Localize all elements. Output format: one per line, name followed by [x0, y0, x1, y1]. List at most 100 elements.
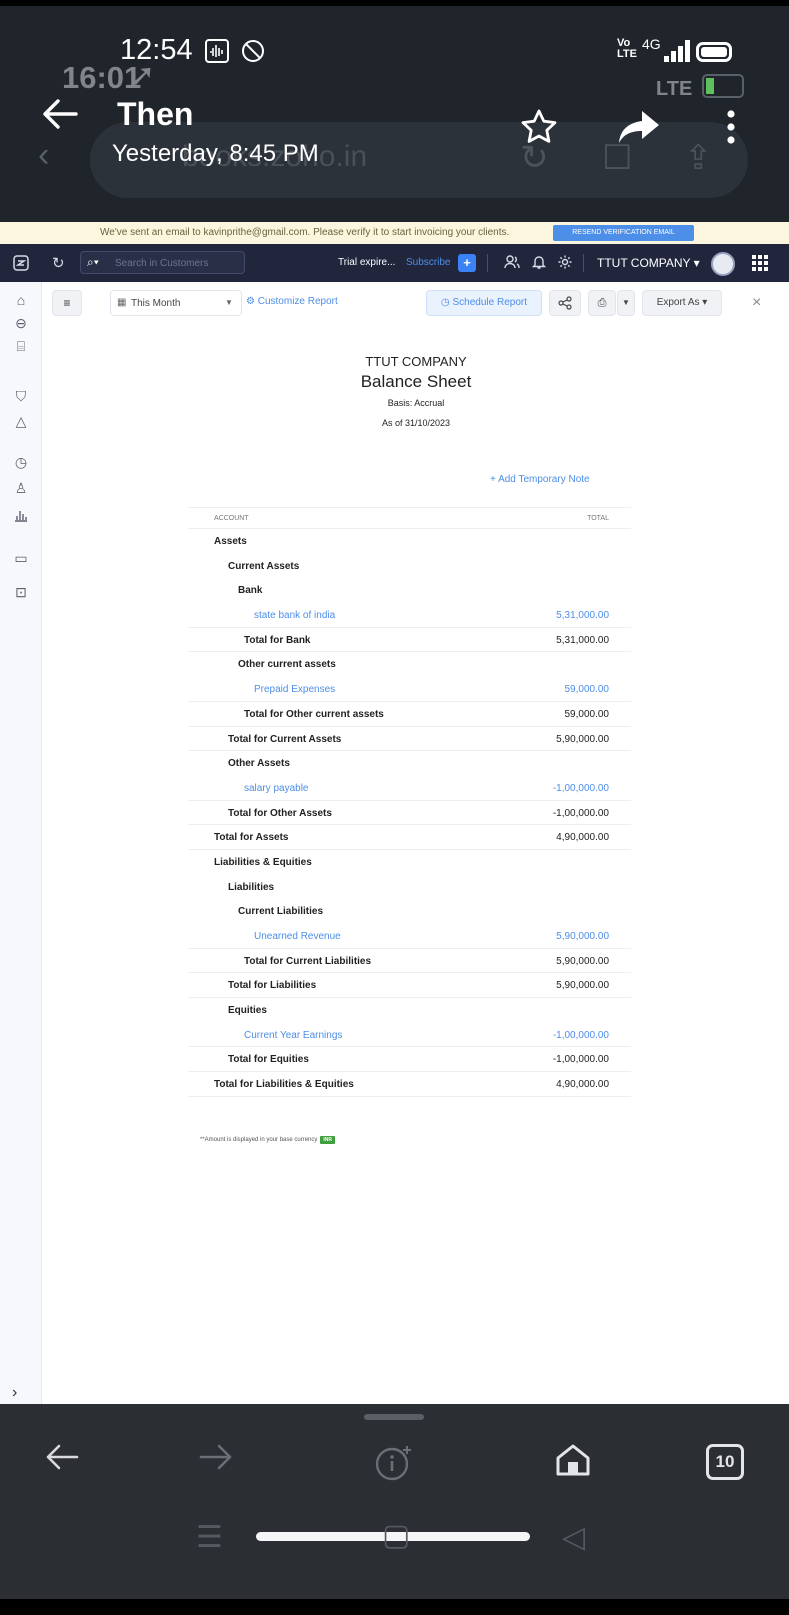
row-label[interactable]: state bank of india [254, 610, 335, 621]
period-select[interactable]: ▦ This Month ▼ [110, 290, 242, 316]
settings-gear-icon[interactable] [557, 254, 573, 274]
total-row: Total for Assets 4,90,000.00 [188, 825, 631, 850]
report-basis: Basis: Accrual [387, 398, 445, 408]
report-title: Balance Sheet [360, 372, 472, 391]
share-icon[interactable] [549, 290, 581, 316]
left-sidebar: ⌂ ⊖ ⌸ ⛉ △ ◷ ♙ ▭ ⊡ [0, 282, 42, 1405]
expand-sidebar-icon[interactable]: › [12, 1384, 17, 1402]
app-grid-icon[interactable] [752, 255, 768, 271]
total-row: Total for Liabilities 5,90,000.00 [188, 973, 631, 999]
back-icon[interactable] [44, 1442, 80, 1478]
row-label: Bank [238, 585, 263, 597]
sales-cart-icon[interactable]: ⛉ [12, 388, 30, 405]
add-temporary-note-link[interactable]: + Add Temporary Note [490, 474, 590, 485]
row-label: Liabilities & Equities [214, 856, 312, 868]
back-arrow-icon[interactable] [40, 96, 80, 138]
search-icon[interactable]: ⌕▾ [87, 255, 99, 270]
home-icon[interactable] [554, 1442, 592, 1484]
subscribe-link[interactable]: Subscribe [406, 257, 450, 268]
reports-chart-icon[interactable] [12, 508, 30, 525]
row-label: Total for Current Assets [228, 733, 342, 745]
organization-switcher[interactable]: TTUT COMPANY ▾ [597, 256, 700, 270]
row-amount[interactable]: 5,90,000.00 [556, 931, 609, 942]
customize-report-link[interactable]: ⚙ Customize Report [246, 296, 338, 307]
verification-banner: We've sent an email to kavinprithe@gmail… [0, 222, 789, 244]
home-icon[interactable]: ⌂ [12, 292, 30, 308]
app-logo-icon[interactable] [12, 254, 30, 276]
system-back-icon[interactable]: ◁ [562, 1520, 585, 1555]
schedule-report-button[interactable]: ◷ Schedule Report [426, 290, 542, 316]
row-amount[interactable]: 59,000.00 [565, 684, 610, 695]
currency-footnote: **Amount is displayed in your base curre… [200, 1136, 336, 1144]
documents-folder-icon[interactable]: ▭ [12, 550, 30, 567]
drag-handle[interactable] [364, 1414, 424, 1420]
total-row: Total for Other Assets -1,00,000.00 [188, 801, 631, 826]
more-options-icon[interactable] [724, 108, 738, 153]
row-label: Equities [228, 1005, 267, 1017]
row-label[interactable]: Prepaid Expenses [254, 684, 335, 695]
forward-icon[interactable] [198, 1442, 234, 1478]
screen-edge [0, 0, 789, 6]
resend-verification-button[interactable]: RESEND VERIFICATION EMAIL [553, 225, 694, 241]
section-row: Equities [188, 998, 631, 1023]
row-amount[interactable]: -1,00,000.00 [553, 783, 609, 794]
share-arrow-icon[interactable] [616, 108, 662, 153]
users-icon[interactable] [504, 254, 520, 274]
chevron-down-icon: ▼ [225, 298, 233, 307]
search-box: ⌕▾ [80, 251, 245, 274]
background-network-type: LTE [656, 78, 693, 100]
account-row[interactable]: Unearned Revenue 5,90,000.00 [188, 924, 631, 949]
calendar-icon: ▦ [117, 297, 127, 308]
row-amount[interactable]: -1,00,000.00 [553, 1030, 609, 1041]
row-label: Total for Bank [244, 634, 311, 646]
row-amount: 59,000.00 [564, 708, 610, 720]
banking-icon[interactable]: ⌸ [12, 338, 30, 355]
total-row: Total for Liabilities & Equities 4,90,000… [188, 1072, 631, 1097]
volte-indicator: Vo LTE [617, 37, 637, 60]
table-header: ACCOUNT TOTAL [188, 507, 631, 529]
print-icon[interactable]: ⎙ [588, 290, 616, 316]
row-label: Total for Current Liabilities [244, 955, 372, 967]
close-icon[interactable]: × [752, 294, 761, 312]
row-label: Total for Other Assets [228, 807, 332, 819]
account-row[interactable]: Prepaid Expenses 59,000.00 [188, 677, 631, 702]
account-row[interactable]: Current Year Earnings -1,00,000.00 [188, 1023, 631, 1048]
balance-sheet-table: ACCOUNT TOTAL Assets Current Assets Bank st… [188, 507, 631, 1097]
account-row[interactable]: salary payable -1,00,000.00 [188, 776, 631, 801]
quick-create-button[interactable]: + [458, 254, 476, 272]
row-label[interactable]: Unearned Revenue [254, 931, 341, 942]
export-button[interactable]: Export As ▾ [642, 290, 722, 316]
row-label[interactable]: Current Year Earnings [244, 1030, 342, 1041]
recent-apps-icon[interactable]: ☰ [196, 1520, 223, 1555]
section-row: Bank [188, 578, 631, 603]
favorite-star-icon[interactable] [520, 108, 558, 153]
search-input[interactable] [115, 255, 241, 271]
items-icon[interactable]: ⊖ [12, 315, 30, 332]
notification-bell-icon[interactable] [531, 254, 547, 274]
screen: 16:01 ➚ 12:54 Vo LTE 4G LTE ‹ books.zoho.… [0, 0, 789, 1615]
row-amount[interactable]: 5,31,000.00 [556, 610, 609, 621]
signal-icon [664, 40, 690, 62]
accountant-icon[interactable]: ♙ [12, 480, 30, 497]
total-row: Total for Other current assets 59,000.00 [188, 702, 631, 727]
section-row: Other Assets [188, 751, 631, 776]
tab-count-button[interactable]: 10 [706, 1444, 744, 1480]
row-label: Current Assets [228, 560, 300, 572]
account-row[interactable]: state bank of india 5,31,000.00 [188, 603, 631, 628]
row-label[interactable]: salary payable [244, 783, 308, 794]
user-avatar[interactable] [711, 252, 735, 276]
purchases-bag-icon[interactable]: △ [12, 413, 30, 430]
refresh-icon[interactable]: ↻ [52, 254, 65, 272]
print-dropdown-icon[interactable]: ▼ [617, 290, 635, 316]
lens-info-icon[interactable] [372, 1442, 416, 1488]
voice-recorder-icon [204, 38, 230, 71]
customize-label: Customize Report [257, 296, 338, 307]
trial-status: Trial expire... [338, 257, 396, 268]
menu-icon[interactable]: ≡ [52, 290, 82, 316]
report-company: TTUT COMPANY [365, 354, 467, 369]
row-label: Assets [214, 536, 247, 547]
section-row: Liabilities & Equities [188, 850, 631, 875]
time-tracking-icon[interactable]: ◷ [12, 454, 30, 471]
system-home-icon[interactable]: ▢ [382, 1518, 410, 1553]
configure-icon[interactable]: ⊡ [12, 584, 30, 601]
